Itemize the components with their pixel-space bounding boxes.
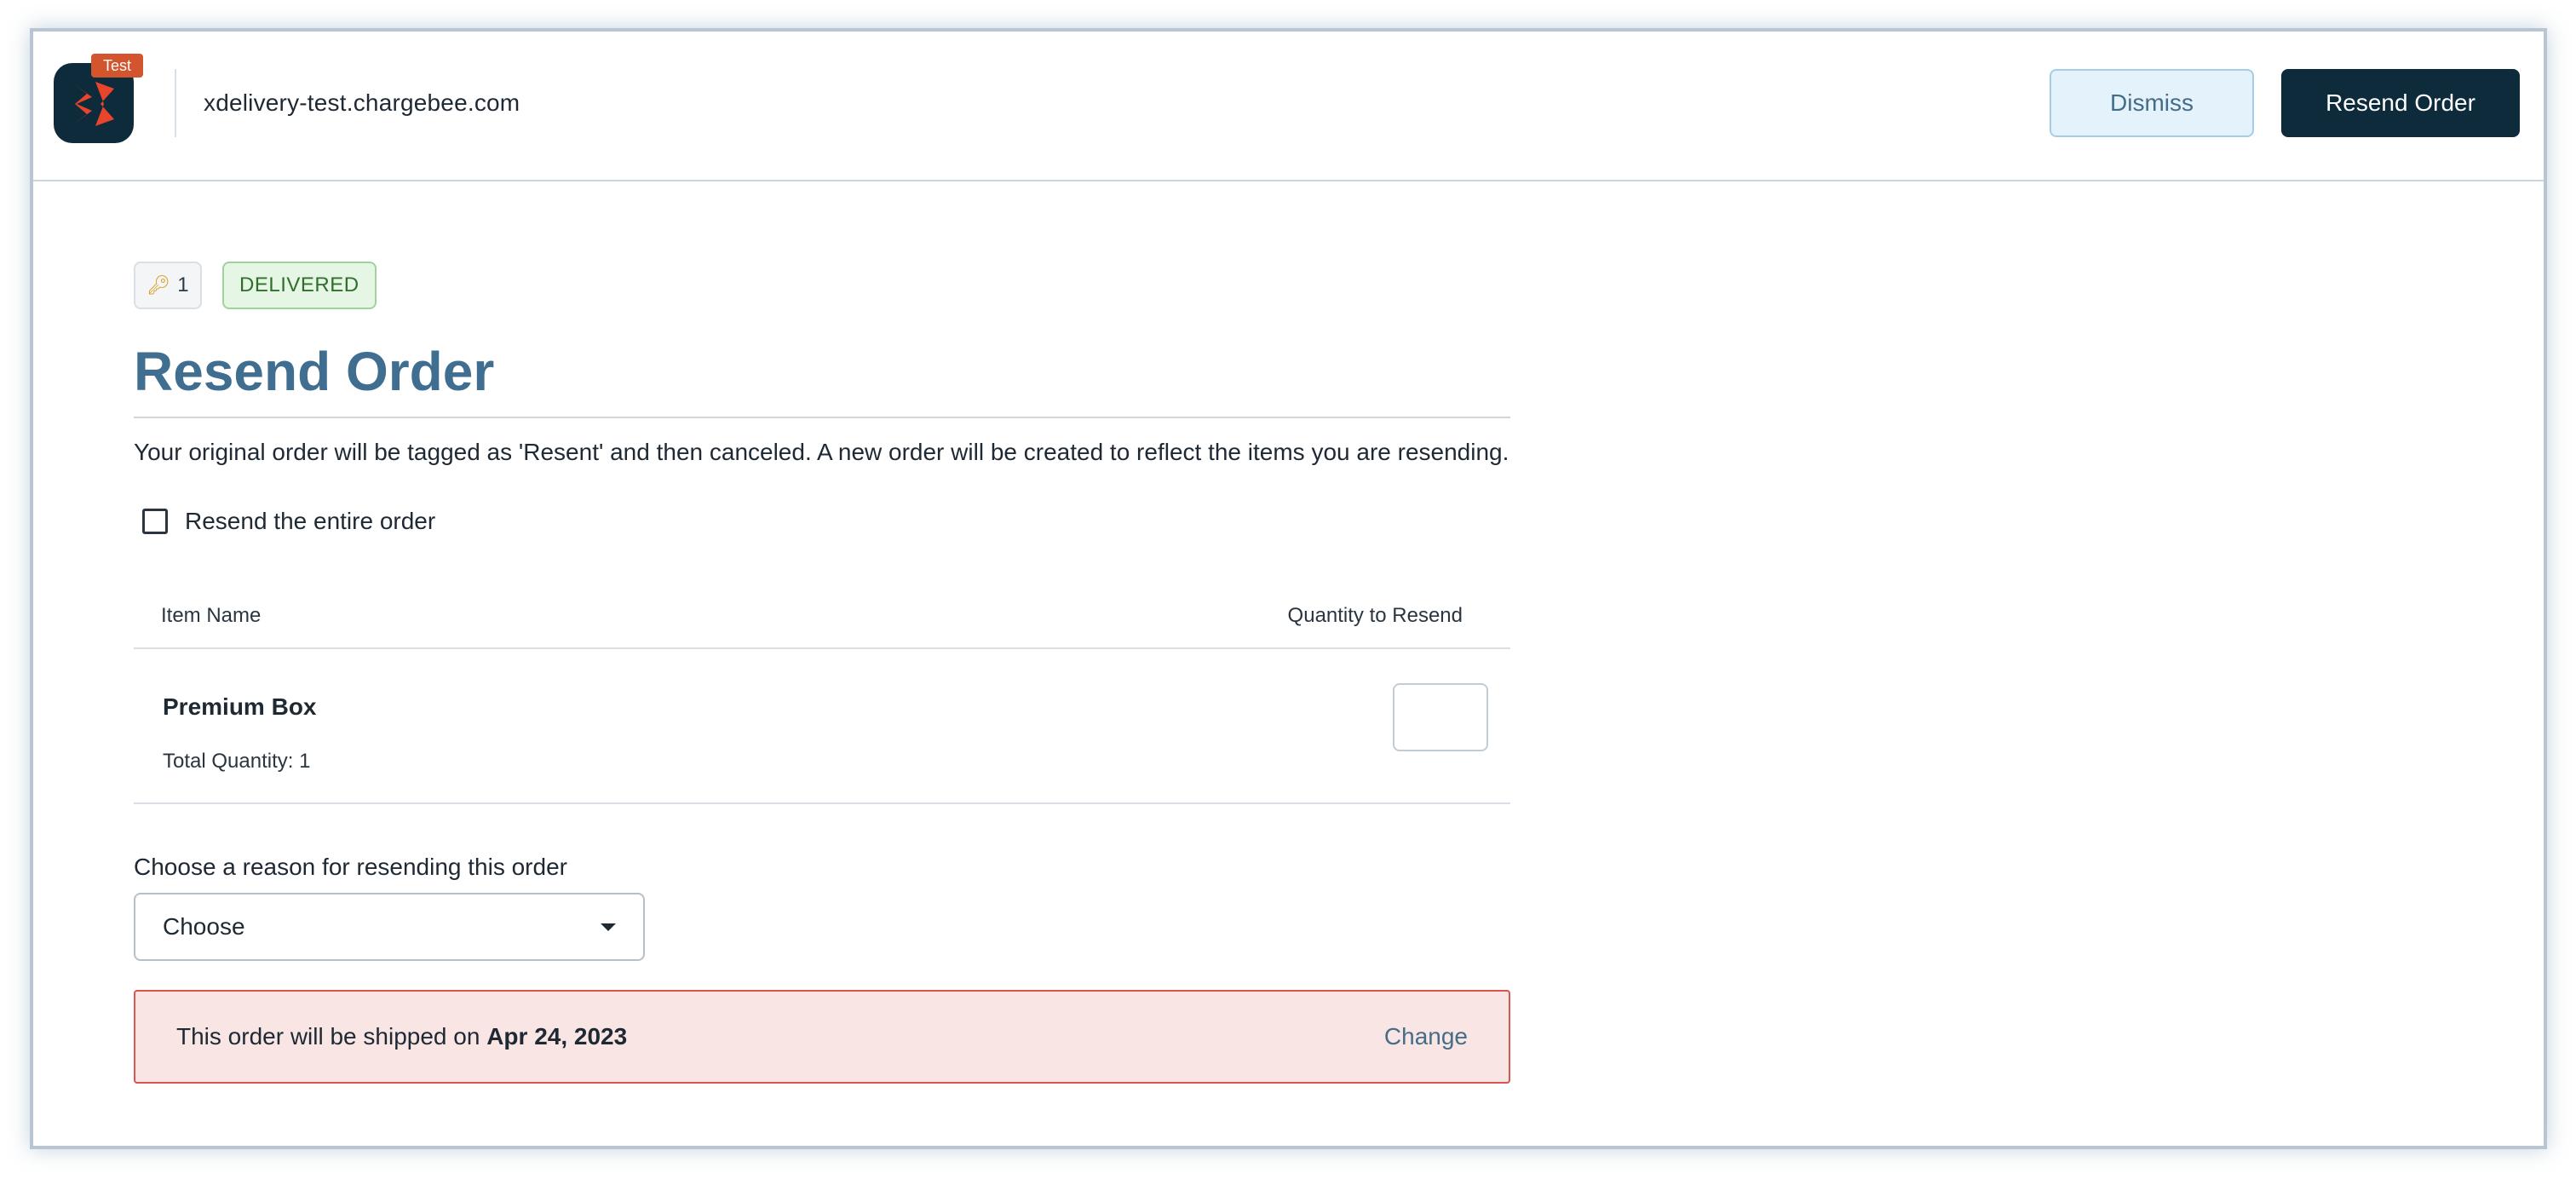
app-window: Test xdelivery-test.chargebee.com Dismis… bbox=[30, 28, 2547, 1149]
site-domain: xdelivery-test.chargebee.com bbox=[204, 89, 520, 116]
shipping-message: This order will be shipped on Apr 24, 20… bbox=[176, 1023, 627, 1050]
item-name: Premium Box bbox=[163, 693, 317, 720]
dismiss-button[interactable]: Dismiss bbox=[2050, 69, 2254, 137]
logo-mark-icon bbox=[73, 82, 114, 126]
page-title: Resend Order bbox=[134, 340, 1510, 418]
column-header-quantity: Quantity to Resend bbox=[1287, 604, 1463, 627]
column-header-item-name: Item Name bbox=[161, 604, 262, 627]
shipping-date-alert: This order will be shipped on Apr 24, 20… bbox=[134, 990, 1510, 1084]
reason-label: Choose a reason for resending this order bbox=[134, 854, 567, 880]
resend-order-button[interactable]: Resend Order bbox=[2281, 69, 2520, 137]
shipping-prefix: This order will be shipped on bbox=[176, 1023, 480, 1050]
table-row: Premium Box Total Quantity: 1 bbox=[134, 649, 1510, 804]
status-badge: DELIVERED bbox=[222, 262, 377, 309]
key-icon: 🔑︎ bbox=[147, 274, 171, 296]
page-description: Your original order will be tagged as 'R… bbox=[134, 439, 1509, 465]
table-header: Item Name Quantity to Resend bbox=[134, 584, 1510, 649]
change-date-link[interactable]: Change bbox=[1384, 1023, 1468, 1050]
reason-select[interactable]: Choose bbox=[134, 893, 645, 961]
status-chips: 🔑︎ 1 DELIVERED bbox=[134, 262, 1510, 309]
top-bar: Test xdelivery-test.chargebee.com Dismis… bbox=[33, 32, 2544, 181]
chevron-down-icon[interactable] bbox=[601, 923, 616, 931]
header-divider bbox=[175, 69, 176, 137]
quantity-to-resend-input[interactable] bbox=[1393, 683, 1488, 751]
resend-entire-row[interactable]: Resend the entire order bbox=[134, 508, 1510, 535]
key-count-chip: 🔑︎ 1 bbox=[134, 262, 202, 309]
reason-select-value[interactable]: Choose bbox=[163, 913, 245, 940]
test-mode-badge: Test bbox=[91, 54, 144, 78]
shipping-date: Apr 24, 2023 bbox=[486, 1023, 628, 1050]
main-content: 🔑︎ 1 DELIVERED Resend Order Your origina… bbox=[134, 262, 1510, 1084]
key-count: 1 bbox=[177, 273, 189, 296]
resend-entire-label[interactable]: Resend the entire order bbox=[185, 508, 435, 535]
resend-entire-checkbox[interactable] bbox=[142, 509, 168, 534]
item-total-quantity: Total Quantity: 1 bbox=[163, 750, 311, 773]
